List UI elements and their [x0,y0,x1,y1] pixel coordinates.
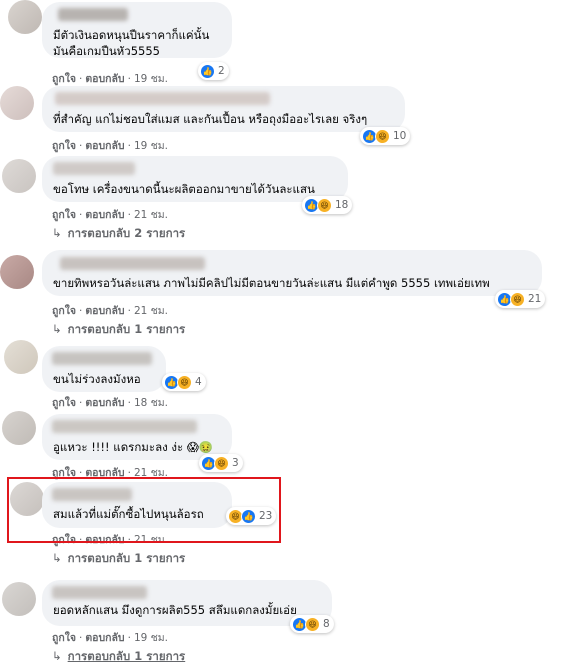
reply-link[interactable]: ตอบกลับ [85,305,124,317]
author-name[interactable] [58,8,128,21]
laughing-face-icon: 😆 [214,455,229,471]
reply-link[interactable]: ตอบกลับ [85,140,124,152]
timestamp[interactable]: 19 ชม. [134,73,168,85]
avatar[interactable] [2,159,36,193]
laughing-face-icon: 😆 [375,128,390,144]
like-link[interactable]: ถูกใจ [52,397,76,409]
highlight-box [7,477,281,543]
thumbs-up-icon: 👍 [200,63,215,79]
laughing-face-icon: 😆 [510,291,525,307]
reply-link[interactable]: ตอบกลับ [85,632,124,644]
reply-link[interactable]: ตอบกลับ [85,397,124,409]
view-replies-link[interactable]: ↳ การตอบกลับ 1 รายการ [52,321,185,339]
comment-text: ขนไม่ร่วงลงมังหอ [53,372,141,386]
avatar[interactable] [0,255,34,289]
like-link[interactable]: ถูกใจ [52,632,76,644]
laughing-face-icon: 😆 [317,197,332,213]
comment-meta: ถูกใจ · ตอบกลับ · 19 ชม. [52,140,169,152]
comment-text: ขายทิพหรอวันล่ะแสน ภาพไม่มีคลิปไม่มีตอนข… [53,276,490,290]
avatar[interactable] [0,86,34,120]
reaction-count[interactable]: 👍 😆 21 [495,290,546,308]
reaction-count[interactable]: 👍 😆 10 [360,127,411,145]
reaction-count[interactable]: 👍 😆 4 [162,373,206,391]
comment-text: ยอดหลักแสน มึงดูการผลิต555 สลึมแดกลงมั้ย… [53,603,297,617]
reaction-count[interactable]: 👍 😆 18 [302,196,353,214]
reply-link[interactable]: ตอบกลับ [85,209,124,221]
timestamp[interactable]: 19 ชม. [134,140,168,152]
view-replies-link[interactable]: ↳ การตอบกลับ 1 รายการ [52,648,185,666]
view-replies-link[interactable]: ↳ การตอบกลับ 1 รายการ [52,550,185,568]
reaction-count[interactable]: 👍 😆 8 [290,615,334,633]
reply-link[interactable]: ตอบกลับ [85,73,124,85]
comment-text: อูแหวะ !!!! แดรกมะลง ง่ะ 😱🤢 [53,440,214,454]
timestamp[interactable]: 21 ชม. [134,305,168,317]
laughing-face-icon: 😆 [305,616,320,632]
comment-meta: ถูกใจ · ตอบกลับ · 19 ชม. [52,632,169,644]
author-name[interactable] [52,586,147,599]
avatar[interactable] [8,0,42,34]
comment-meta: ถูกใจ · ตอบกลับ · 18 ชม. [52,397,169,409]
comment-meta: ถูกใจ · ตอบกลับ · 21 ชม. [52,209,169,221]
reply-arrow-icon: ↳ [52,649,62,663]
reaction-count[interactable]: 👍 😆 3 [199,454,243,472]
author-name[interactable] [53,162,135,175]
like-link[interactable]: ถูกใจ [52,140,76,152]
author-name[interactable] [60,257,205,270]
like-link[interactable]: ถูกใจ [52,209,76,221]
reply-arrow-icon: ↳ [52,322,62,336]
reply-arrow-icon: ↳ [52,551,62,565]
timestamp[interactable]: 21 ชม. [134,209,168,221]
laughing-face-icon: 😆 [177,374,192,390]
comment-meta: ถูกใจ · ตอบกลับ · 21 ชม. [52,305,169,317]
view-replies-link[interactable]: ↳ การตอบกลับ 2 รายการ [52,225,185,243]
comment-text: มันคือเกมปืนหัว5555 [53,44,160,58]
comment-meta: ถูกใจ · ตอบกลับ · 19 ชม. [52,73,169,85]
comment-text: ที่สำคัญ แกไม่ชอบใส่แมส และกันเปื้อน หรื… [53,112,368,126]
avatar[interactable] [2,411,36,445]
author-name[interactable] [55,92,270,105]
timestamp[interactable]: 19 ชม. [134,632,168,644]
reaction-count[interactable]: 👍 2 [198,62,229,80]
timestamp[interactable]: 18 ชม. [134,397,168,409]
like-link[interactable]: ถูกใจ [52,305,76,317]
author-name[interactable] [52,352,152,365]
author-name[interactable] [52,420,197,433]
reply-arrow-icon: ↳ [52,226,62,240]
like-link[interactable]: ถูกใจ [52,73,76,85]
comment-text: ขอโทษ เครื่องขนาดนี้นะผลิตออกมาขายได้วัน… [53,182,315,196]
avatar[interactable] [4,340,38,374]
avatar[interactable] [2,582,36,616]
